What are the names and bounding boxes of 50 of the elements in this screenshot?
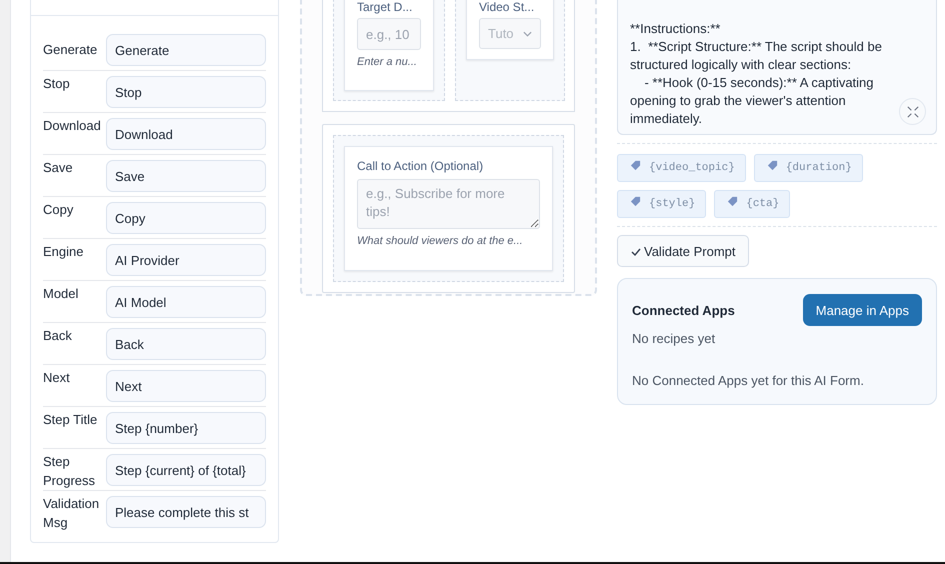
text-input[interactable]: Step {current} of {total} — [106, 454, 266, 486]
textarea-field[interactable]: e.g., Subscribe for more tips! — [357, 179, 540, 229]
tag-icon — [727, 196, 738, 207]
text-input[interactable]: Save — [106, 160, 266, 192]
chevron-down-icon — [523, 30, 532, 36]
field-label: Stop — [43, 75, 71, 93]
help-text: Enter a nu... — [357, 56, 418, 68]
field-label: Step Progress — [43, 453, 96, 490]
help-text: What should viewers do at the e... — [357, 235, 524, 247]
field-label: Engine — [43, 243, 84, 261]
text-input[interactable]: Step {number} — [106, 412, 266, 444]
field-label: Save — [43, 159, 74, 177]
text-input[interactable]: Copy — [106, 202, 266, 234]
expand-icon — [906, 106, 918, 118]
expand-button[interactable] — [899, 98, 926, 125]
prompt-textarea[interactable]: **Instructions:** 1. **Script Structure:** The script should be structured logically with clear sections: - **Hook (0-15 seconds):** A captivating opening to grab the viewer's attention immediately. — [617, 0, 937, 135]
field-card[interactable]: Video St... Tuto — [466, 0, 554, 60]
validate-prompt-button[interactable]: Validate Prompt — [617, 235, 749, 267]
text-input[interactable]: Download — [106, 118, 266, 150]
number-input[interactable]: e.g., 10 — [357, 18, 421, 50]
field-label: Call to Action (Optional) — [357, 159, 484, 173]
text-input[interactable]: Please complete this st — [106, 496, 266, 528]
text-input[interactable]: Stop — [106, 76, 266, 108]
prompt-text: **Instructions:** — [630, 20, 722, 38]
field-label: Back — [43, 327, 73, 345]
card-title: Connected Apps — [632, 302, 735, 318]
text-input[interactable]: Next — [106, 370, 266, 402]
field-label: Model — [43, 285, 80, 303]
manage-in-apps-button[interactable]: Manage in Apps — [802, 294, 922, 326]
field-label: Generate — [43, 40, 98, 58]
text-input[interactable]: Back — [106, 328, 266, 360]
tag-icon — [630, 160, 641, 171]
field-card[interactable]: Target D... e.g., 10 Enter a nu... — [344, 0, 434, 91]
tag-icon — [630, 196, 641, 207]
field-label: Step Title — [43, 411, 98, 429]
text-input[interactable]: AI Model — [106, 286, 266, 318]
field-card[interactable]: Call to Action (Optional) e.g., Subscribe for more tips! What should viewers do at the e... — [344, 146, 553, 271]
prompt-text: 1. **Script Structure:** The script should be structured logically with clear sections: — [630, 38, 883, 74]
field-label: Download — [43, 117, 102, 135]
prompt-text: - **Hook (0-15 seconds):** A captivating opening to grab the viewer's attention immediately. — [630, 74, 875, 128]
field-label: Video St... — [479, 0, 536, 14]
field-label: Target D... — [357, 0, 414, 14]
field-label: Validation Msg — [43, 495, 100, 532]
tag-icon — [766, 160, 778, 171]
field-label: Copy — [43, 201, 74, 219]
field-label: Next — [43, 369, 71, 387]
empty-text: No Connected Apps yet for this AI Form. — [632, 373, 865, 388]
text-input[interactable]: Generate — [106, 34, 266, 66]
text-input[interactable]: AI Provider — [106, 244, 266, 276]
recipes-text: No recipes yet — [632, 331, 716, 346]
